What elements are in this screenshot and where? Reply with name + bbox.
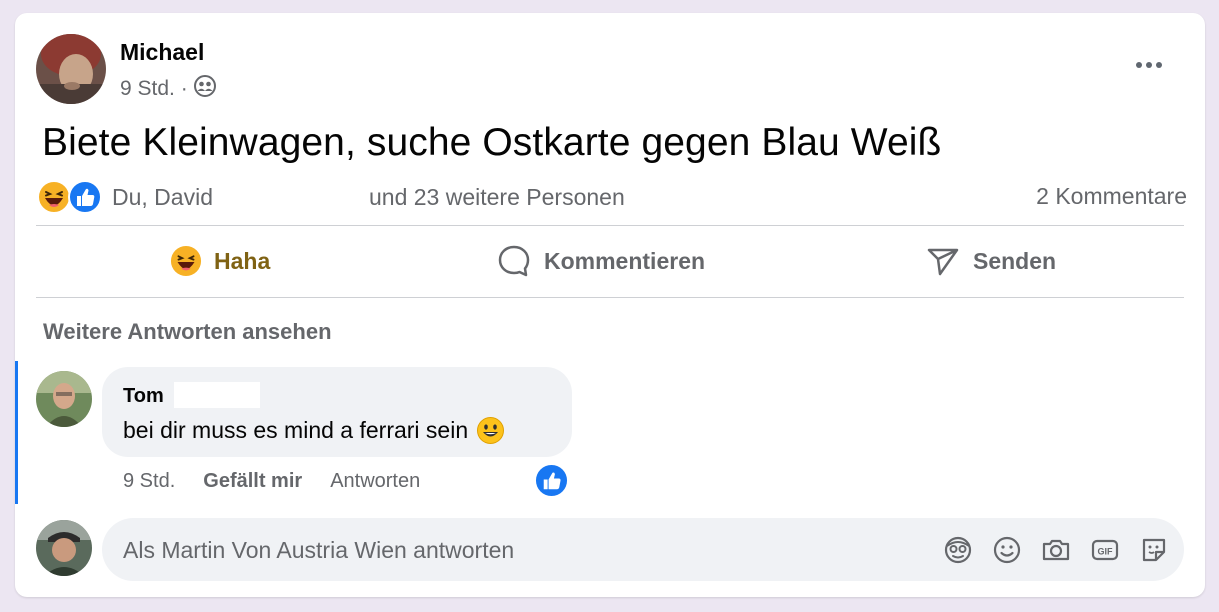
emoji-icon[interactable] — [991, 534, 1023, 566]
comment-bubble: Tom bei dir muss es mind a ferrari sein — [102, 367, 572, 457]
smile-emoji-icon — [477, 417, 505, 444]
like-icon — [68, 180, 102, 214]
camera-icon[interactable] — [1040, 534, 1072, 566]
reaction-others[interactable]: und 23 weitere Personen — [369, 184, 625, 211]
view-more-replies-link[interactable]: Weitere Antworten ansehen — [43, 319, 332, 345]
comment-button[interactable]: Kommentieren — [496, 226, 705, 296]
reply-tools: GIF — [942, 534, 1170, 566]
commenter-name[interactable]: Tom — [123, 385, 164, 408]
action-bar: Haha Kommentieren Senden — [36, 226, 1184, 296]
send-button[interactable]: Senden — [925, 226, 1056, 296]
more-options-button[interactable] — [1129, 51, 1169, 79]
redaction-box — [174, 382, 260, 408]
like-icon — [535, 464, 568, 497]
comment-like-reaction[interactable] — [535, 464, 568, 497]
avatar-sticker-icon[interactable] — [942, 534, 974, 566]
send-icon — [927, 248, 959, 276]
divider — [36, 297, 1184, 298]
svg-text:GIF: GIF — [1098, 547, 1114, 557]
more-dot-icon — [1146, 62, 1152, 68]
comment-text-body: bei dir muss es mind a ferrari sein — [123, 417, 469, 443]
post-text: Biete Kleinwagen, suche Ostkarte gegen B… — [42, 121, 942, 164]
author-avatar[interactable] — [36, 34, 106, 104]
comment-text: bei dir muss es mind a ferrari sein — [123, 416, 505, 445]
post-time[interactable]: 9 Std. · — [120, 77, 188, 101]
haha-emoji-icon — [37, 180, 71, 214]
thread-highlight-line — [15, 361, 18, 504]
reply-input[interactable]: Als Martin Von Austria Wien antworten GI… — [102, 518, 1184, 581]
sticker-icon[interactable] — [1138, 534, 1170, 566]
haha-button[interactable]: Haha — [170, 226, 270, 296]
comment-reply-link[interactable]: Antworten — [330, 470, 420, 494]
comment-meta: 9 Std. Gefällt mir Antworten — [123, 470, 420, 494]
comment-time[interactable]: 9 Std. — [123, 470, 175, 494]
comment-like-link[interactable]: Gefällt mir — [203, 470, 302, 494]
commenter-avatar[interactable] — [36, 371, 92, 427]
post-card: Michael 9 Std. · Biete Kleinwagen, suche… — [15, 13, 1205, 597]
post-meta: 9 Std. · — [120, 75, 216, 103]
reaction-icons[interactable] — [37, 180, 105, 214]
my-avatar[interactable] — [36, 520, 92, 576]
haha-emoji-icon — [170, 245, 202, 277]
more-dot-icon — [1156, 62, 1162, 68]
comment-bubble-icon — [498, 245, 530, 277]
send-label: Senden — [973, 247, 1057, 274]
comment-label: Kommentieren — [544, 247, 706, 274]
reactions-summary: Du, David und 23 weitere Personen 2 Komm… — [37, 179, 1187, 215]
more-dot-icon — [1136, 62, 1142, 68]
author-name[interactable]: Michael — [120, 39, 204, 66]
haha-label: Haha — [214, 247, 271, 274]
gif-icon[interactable]: GIF — [1089, 534, 1121, 566]
reply-placeholder: Als Martin Von Austria Wien antworten — [123, 537, 515, 563]
audience-friends-icon[interactable] — [193, 75, 216, 103]
reaction-names[interactable]: Du, David — [112, 184, 213, 211]
comments-count[interactable]: 2 Kommentare — [1036, 183, 1187, 210]
